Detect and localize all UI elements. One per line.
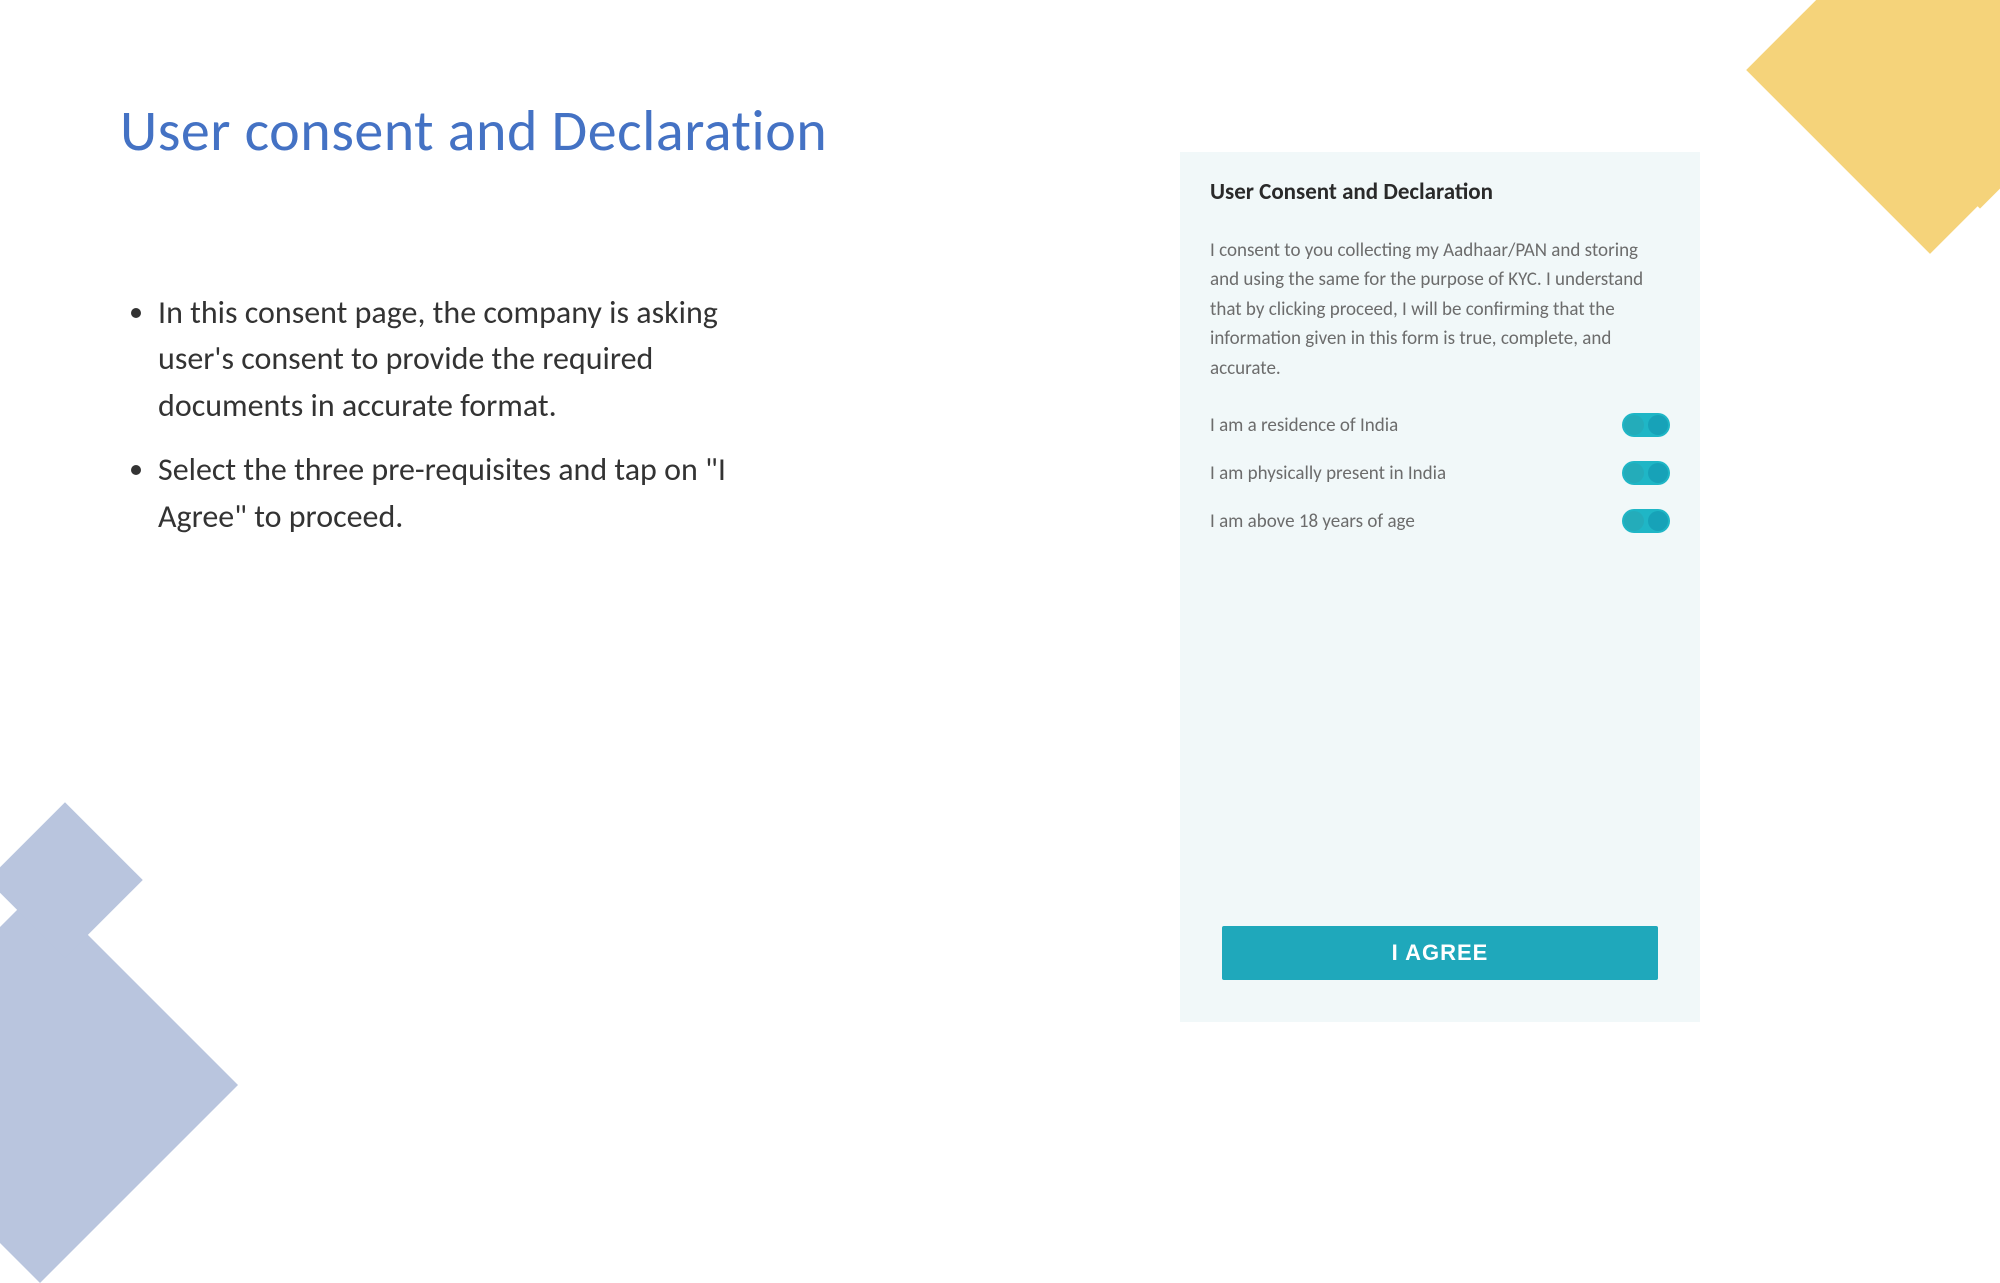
consent-panel: User Consent and Declaration I consent t… [1180, 152, 1700, 1022]
panel-heading: User Consent and Declaration [1210, 178, 1670, 206]
panel-body-text: I consent to you collecting my Aadhaar/P… [1210, 236, 1670, 383]
toggle-label: I am a residence of India [1210, 414, 1398, 437]
toggle-row-residence: I am a residence of India [1210, 413, 1670, 437]
toggle-label: I am physically present in India [1210, 462, 1446, 485]
slide-title: User consent and Declaration [120, 95, 827, 166]
toggle-row-age: I am above 18 years of age [1210, 509, 1670, 533]
toggle-label: I am above 18 years of age [1210, 510, 1415, 533]
agree-button[interactable]: I AGREE [1222, 926, 1658, 980]
bullet-list: In this consent page, the company is ask… [120, 290, 760, 558]
toggle-residence[interactable] [1622, 413, 1670, 437]
toggle-age[interactable] [1622, 509, 1670, 533]
bullet-item: In this consent page, the company is ask… [158, 290, 760, 429]
corner-decoration-bottom-left [0, 887, 238, 1283]
toggle-row-present: I am physically present in India [1210, 461, 1670, 485]
bullet-item: Select the three pre-requisites and tap … [158, 447, 760, 540]
toggle-present[interactable] [1622, 461, 1670, 485]
